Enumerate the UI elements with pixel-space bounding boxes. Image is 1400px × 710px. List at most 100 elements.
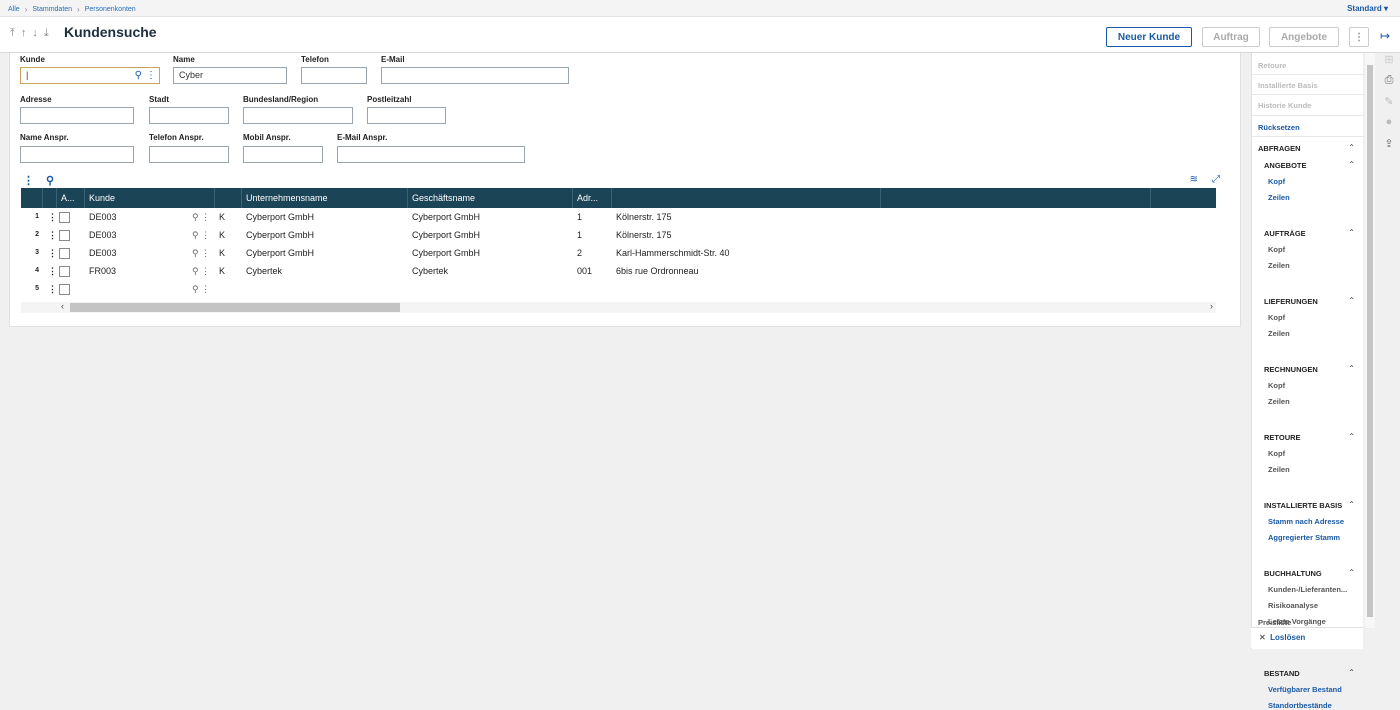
- layers-icon[interactable]: ≋: [1190, 174, 1198, 185]
- kunde-field[interactable]: | ⚲ ⋮: [20, 67, 160, 84]
- breadcrumb-item-personenkonten[interactable]: Personenkonten: [85, 6, 136, 13]
- new-customer-button[interactable]: Neuer Kunde: [1106, 27, 1192, 47]
- sidebar-link[interactable]: Risikoanalyse: [1268, 601, 1318, 610]
- sidebar-scrollbar-thumb[interactable]: [1367, 65, 1373, 617]
- plz-field[interactable]: [367, 107, 446, 124]
- lookup-icon[interactable]: ⚲: [192, 230, 199, 240]
- lookup-icon[interactable]: ⚲: [192, 266, 199, 276]
- lookup-icon[interactable]: ⚲: [192, 248, 199, 258]
- sidebar-link[interactable]: Zeilen: [1268, 465, 1290, 474]
- email-field[interactable]: [381, 67, 569, 84]
- last-record-icon[interactable]: ⤓: [44, 27, 49, 40]
- attachment-icon[interactable]: ✎: [1378, 95, 1400, 116]
- row-checkbox[interactable]: [59, 212, 70, 224]
- bundesland-field[interactable]: [243, 107, 353, 124]
- column-header-typ[interactable]: [215, 188, 242, 208]
- table-row[interactable]: 1 ⋮ DE003 ⚲ ⋮ K Cyberport GmbH Cyberport GmbH 1…: [21, 208, 1216, 226]
- sidebar-link[interactable]: Kunden-/Lieferanten...: [1268, 585, 1347, 594]
- comment-icon[interactable]: ●: [1378, 116, 1400, 137]
- sidebar-link[interactable]: Zeilen: [1268, 261, 1290, 270]
- add-icon[interactable]: ⊞: [1378, 53, 1400, 74]
- scroll-left-icon[interactable]: ‹: [61, 301, 64, 311]
- sidebar-link[interactable]: Zeilen: [1268, 329, 1290, 338]
- column-header-adresse[interactable]: Adr...: [573, 188, 612, 208]
- chevron-up-icon[interactable]: ⌃: [1348, 500, 1355, 509]
- sidebar-link[interactable]: Verfügbarer Bestand: [1268, 685, 1342, 694]
- detach-button[interactable]: ✕ Loslösen: [1251, 627, 1363, 648]
- sidebar-link[interactable]: Kopf: [1268, 313, 1285, 322]
- row-checkbox-cell[interactable]: [57, 226, 85, 244]
- row-menu-icon[interactable]: ⋮: [43, 262, 57, 280]
- stadt-field[interactable]: [149, 107, 229, 124]
- sidebar-link[interactable]: Standortbestände: [1268, 701, 1332, 710]
- next-record-icon[interactable]: ↓: [32, 27, 38, 40]
- row-checkbox[interactable]: [59, 266, 70, 278]
- first-record-icon[interactable]: ⤒: [10, 27, 15, 40]
- chevron-up-icon[interactable]: ⌃: [1348, 143, 1355, 152]
- mobil-ansp-field[interactable]: [243, 146, 323, 163]
- sidebar-link[interactable]: Aggregierter Stamm: [1268, 533, 1340, 542]
- cell-kunde[interactable]: DE003: [85, 208, 188, 226]
- sidebar-link[interactable]: Kopf: [1268, 449, 1285, 458]
- order-button[interactable]: Auftrag: [1202, 27, 1260, 47]
- sidebar-link[interactable]: Kopf: [1268, 177, 1285, 186]
- sidebar-section-heading[interactable]: AUFTRÄGE: [1264, 229, 1306, 238]
- chevron-up-icon[interactable]: ⌃: [1348, 432, 1355, 441]
- column-header-kunde[interactable]: Kunde: [85, 188, 215, 208]
- row-checkbox-cell[interactable]: [57, 262, 85, 280]
- exit-icon[interactable]: ↦: [1380, 29, 1390, 43]
- horizontal-scrollbar[interactable]: ‹ ›: [21, 301, 1216, 313]
- sidebar-link[interactable]: Zeilen: [1268, 397, 1290, 406]
- sidebar-link[interactable]: Kopf: [1268, 245, 1285, 254]
- sidebar-section-heading[interactable]: RECHNUNGEN: [1264, 365, 1318, 374]
- more-icon[interactable]: ⋮: [146, 70, 156, 81]
- previous-record-icon[interactable]: ↑: [21, 27, 27, 40]
- cell-kunde[interactable]: [85, 280, 188, 298]
- column-header-extra[interactable]: [881, 188, 1151, 208]
- telefon-ansp-field[interactable]: [149, 146, 229, 163]
- print-icon[interactable]: ⎙: [1378, 74, 1400, 95]
- row-menu-icon[interactable]: ⋮: [43, 280, 57, 298]
- adresse-field[interactable]: [20, 107, 134, 124]
- row-checkbox-cell[interactable]: [57, 280, 85, 298]
- table-row[interactable]: 4 ⋮ FR003 ⚲ ⋮ K Cybertek Cybertek 001 6bis rue O…: [21, 262, 1216, 280]
- more-icon[interactable]: ⋮: [201, 284, 210, 294]
- row-checkbox[interactable]: [59, 284, 70, 296]
- email-ansp-field[interactable]: [337, 146, 525, 163]
- chevron-up-icon[interactable]: ⌃: [1348, 668, 1355, 677]
- more-icon[interactable]: ⋮: [201, 212, 210, 222]
- chevron-up-icon[interactable]: ⌃: [1348, 160, 1355, 169]
- cell-kunde[interactable]: DE003: [85, 244, 188, 262]
- cell-kunde[interactable]: DE003: [85, 226, 188, 244]
- column-header-unternehmensname[interactable]: Unternehmensname: [242, 188, 408, 208]
- column-header-a[interactable]: A...: [57, 188, 85, 208]
- sidebar-section-heading[interactable]: INSTALLIERTE BASIS: [1264, 501, 1342, 510]
- abfragen-heading[interactable]: ABFRAGEN: [1258, 144, 1301, 153]
- sidebar-section-heading[interactable]: ANGEBOTE: [1264, 161, 1307, 170]
- grid-menu-icon[interactable]: ⋮: [23, 174, 34, 187]
- search-icon[interactable]: ⚲: [135, 70, 142, 81]
- breadcrumb-item-all[interactable]: Alle: [8, 6, 20, 13]
- cell-kunde[interactable]: FR003: [85, 262, 188, 280]
- scrollbar-thumb[interactable]: [70, 303, 400, 312]
- sidebar-section-heading[interactable]: BUCHHALTUNG: [1264, 569, 1322, 578]
- sidebar-link[interactable]: Stamm nach Adresse: [1268, 517, 1344, 526]
- table-row[interactable]: 2 ⋮ DE003 ⚲ ⋮ K Cyberport GmbH Cyberport GmbH 1…: [21, 226, 1216, 244]
- more-actions-icon[interactable]: ⋮: [1349, 27, 1369, 47]
- chevron-up-icon[interactable]: ⌃: [1348, 296, 1355, 305]
- sidebar-section-heading[interactable]: BESTAND: [1264, 669, 1300, 678]
- lookup-icon[interactable]: ⚲: [192, 212, 199, 222]
- name-ansp-field[interactable]: [20, 146, 134, 163]
- lookup-icon[interactable]: ⚲: [192, 284, 199, 294]
- row-menu-icon[interactable]: ⋮: [43, 226, 57, 244]
- sidebar-scrollbar[interactable]: [1365, 53, 1375, 628]
- row-menu-icon[interactable]: ⋮: [43, 208, 57, 226]
- row-checkbox-cell[interactable]: [57, 244, 85, 262]
- breadcrumb-item-stammdaten[interactable]: Stammdaten: [32, 6, 72, 13]
- row-checkbox[interactable]: [59, 230, 70, 242]
- view-selector[interactable]: Standard ▾: [1347, 4, 1388, 13]
- table-row[interactable]: 3 ⋮ DE003 ⚲ ⋮ K Cyberport GmbH Cyberport GmbH 2…: [21, 244, 1216, 262]
- chevron-up-icon[interactable]: ⌃: [1348, 364, 1355, 373]
- reset-button[interactable]: Rücksetzen: [1258, 123, 1300, 132]
- sidebar-section-heading[interactable]: RETOURE: [1264, 433, 1301, 442]
